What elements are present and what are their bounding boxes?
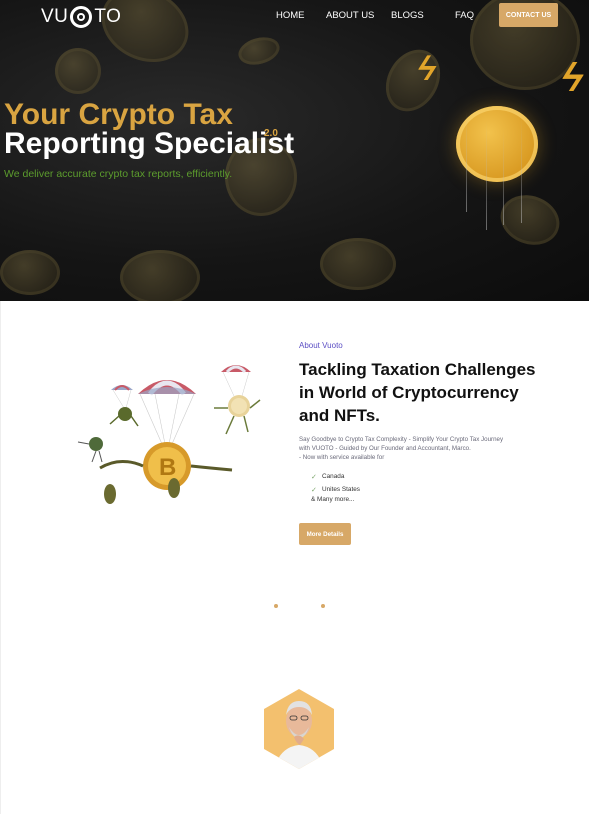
coin-decoration bbox=[493, 187, 567, 253]
check-icon: ✓ bbox=[311, 486, 317, 494]
carousel-dot[interactable] bbox=[274, 604, 278, 608]
top-nav: VU TO HOME ABOUT US BLOGS FAQ CONTACT US bbox=[0, 0, 589, 32]
country-label: Canada bbox=[322, 473, 345, 480]
svg-text:B: B bbox=[159, 454, 176, 481]
about-description-line: with VUOTO - Guided by Our Founder and A… bbox=[299, 445, 471, 452]
founder-portrait bbox=[264, 689, 334, 769]
country-item: ✓ Unites States bbox=[311, 483, 360, 496]
parachuting-coins-illustration: B bbox=[77, 365, 261, 504]
hero-subtitle: We deliver accurate crypto tax reports, … bbox=[4, 168, 233, 180]
logo-text-right: TO bbox=[94, 6, 122, 27]
country-label: Unites States bbox=[322, 486, 361, 493]
logo-ring-icon bbox=[70, 6, 93, 28]
streak-decoration bbox=[486, 120, 487, 230]
logo-text-left: VU bbox=[41, 6, 69, 27]
hero-version: 2.0 bbox=[264, 128, 278, 139]
country-list: ✓ Canada ✓ Unites States bbox=[311, 470, 360, 496]
about-description-line: - Now with service available for bbox=[299, 454, 385, 461]
bitcoin-coin-decoration bbox=[456, 106, 538, 182]
nav-link-home[interactable]: HOME bbox=[276, 10, 305, 21]
coin-decoration bbox=[0, 250, 60, 295]
check-icon: ✓ bbox=[311, 473, 317, 481]
nav-link-about-us[interactable]: ABOUT US bbox=[326, 10, 374, 21]
coin-decoration bbox=[55, 48, 101, 94]
coin-decoration bbox=[120, 250, 200, 301]
hero-title-line-2: Reporting Specialist bbox=[4, 127, 295, 160]
contact-us-button[interactable]: CONTACT US bbox=[499, 3, 558, 27]
country-item: ✓ Canada bbox=[311, 470, 360, 483]
about-kicker: About Vuoto bbox=[299, 341, 343, 350]
divider bbox=[0, 301, 1, 814]
nav-link-blogs[interactable]: BLOGS bbox=[391, 10, 424, 21]
logo[interactable]: VU TO bbox=[41, 6, 121, 28]
more-details-button[interactable]: More Details bbox=[299, 523, 351, 545]
coin-decoration bbox=[320, 238, 396, 290]
streak-decoration bbox=[466, 112, 467, 212]
streak-decoration bbox=[521, 118, 522, 223]
nav-link-faq[interactable]: FAQ bbox=[455, 10, 474, 21]
about-description: Say Goodbye to Crypto Tax Complexity - S… bbox=[299, 435, 529, 462]
about-title: Tackling Taxation Challenges in World of… bbox=[299, 360, 536, 425]
hero-section: ϟ ϟ VU TO HOME ABOUT US BLOGS FAQ CONTAC… bbox=[0, 0, 589, 301]
coin-decoration bbox=[235, 33, 283, 69]
carousel-dot[interactable] bbox=[321, 604, 325, 608]
about-description-line: Say Goodbye to Crypto Tax Complexity - S… bbox=[299, 436, 504, 443]
more-countries-text: & Many more... bbox=[311, 496, 355, 503]
streak-decoration bbox=[503, 130, 504, 225]
